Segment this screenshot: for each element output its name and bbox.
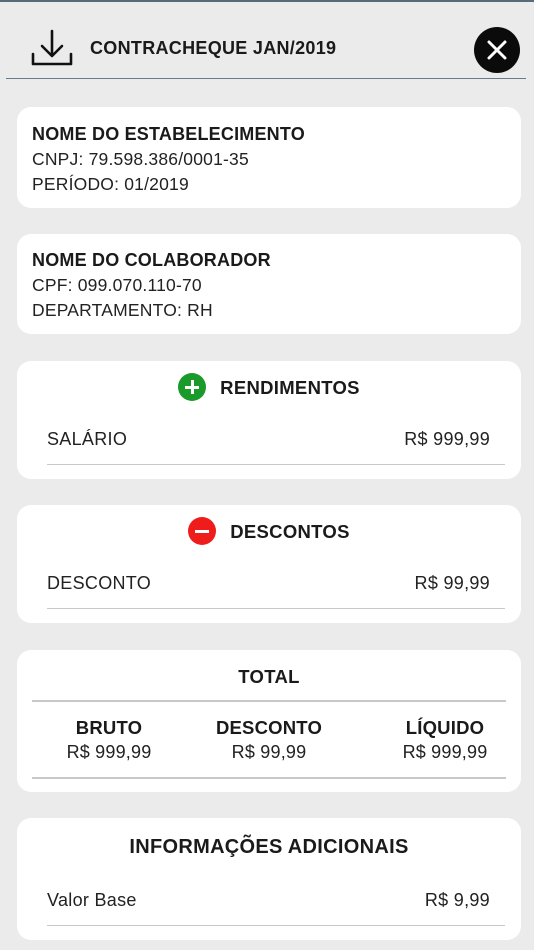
additional-row: Valor Base R$ 9,99: [47, 878, 505, 926]
earnings-card: RENDIMENTOS SALÁRIO R$ 999,99: [17, 361, 521, 479]
plus-circle-icon: [178, 373, 207, 401]
deductions-card: DESCONTOS DESCONTO R$ 99,99: [17, 505, 521, 623]
deductions-row-label: DESCONTO: [47, 573, 152, 593]
close-button[interactable]: [474, 27, 520, 73]
total-deduction-label: DESCONTO: [215, 717, 323, 738]
additional-title: INFORMAÇÕES ADICIONAIS: [129, 836, 409, 858]
header-bar: CONTRACHEQUE JAN/2019: [0, 2, 534, 79]
download-icon[interactable]: [30, 29, 74, 67]
total-deduction: DESCONTO R$ 99,99: [207, 717, 331, 763]
deductions-header: DESCONTOS: [17, 517, 521, 547]
earnings-row: SALÁRIO R$ 999,99: [47, 417, 505, 465]
establishment-period: PERÍODO: 01/2019: [32, 174, 189, 194]
employee-department: DEPARTAMENTO: RH: [32, 300, 213, 320]
establishment-cnpj: CNPJ: 79.598.386/0001-35: [32, 149, 249, 169]
total-net-value: R$ 999,99: [402, 742, 488, 762]
close-icon: [487, 40, 507, 60]
total-gross-value: R$ 999,99: [66, 742, 152, 762]
earnings-title: RENDIMENTOS: [220, 376, 360, 398]
employee-cpf: CPF: 099.070.110-70: [32, 275, 202, 295]
deductions-row: DESCONTO R$ 99,99: [47, 561, 505, 609]
establishment-name: NOME DO ESTABELECIMENTO: [32, 124, 305, 144]
page-title: CONTRACHEQUE JAN/2019: [90, 38, 337, 58]
employee-card: NOME DO COLABORADOR CPF: 099.070.110-70 …: [17, 234, 521, 334]
minus-circle-icon: [188, 517, 217, 545]
additional-row-value: R$ 9,99: [424, 890, 490, 910]
total-bottom-divider: [32, 777, 506, 779]
total-divider: [32, 700, 506, 702]
additional-row-label: Valor Base: [47, 890, 137, 910]
total-net: LÍQUIDO R$ 999,99: [383, 717, 507, 763]
total-gross: BRUTO R$ 999,99: [47, 717, 171, 763]
deductions-title: DESCONTOS: [230, 520, 350, 542]
total-gross-label: BRUTO: [75, 717, 143, 738]
header-divider: [6, 78, 526, 79]
deductions-row-value: R$ 99,99: [414, 573, 490, 593]
total-card: TOTAL BRUTO R$ 999,99 DESCONTO R$ 99,99 …: [17, 650, 521, 792]
establishment-card: NOME DO ESTABELECIMENTO CNPJ: 79.598.386…: [17, 107, 521, 208]
employee-name: NOME DO COLABORADOR: [32, 250, 271, 270]
earnings-row-label: SALÁRIO: [47, 429, 128, 449]
earnings-row-value: R$ 999,99: [404, 429, 490, 449]
earnings-header: RENDIMENTOS: [17, 373, 521, 403]
total-title: TOTAL: [238, 666, 300, 687]
total-net-label: LÍQUIDO: [405, 717, 485, 738]
additional-info-card: INFORMAÇÕES ADICIONAIS Valor Base R$ 9,9…: [17, 818, 521, 940]
total-deduction-value: R$ 99,99: [231, 742, 307, 762]
